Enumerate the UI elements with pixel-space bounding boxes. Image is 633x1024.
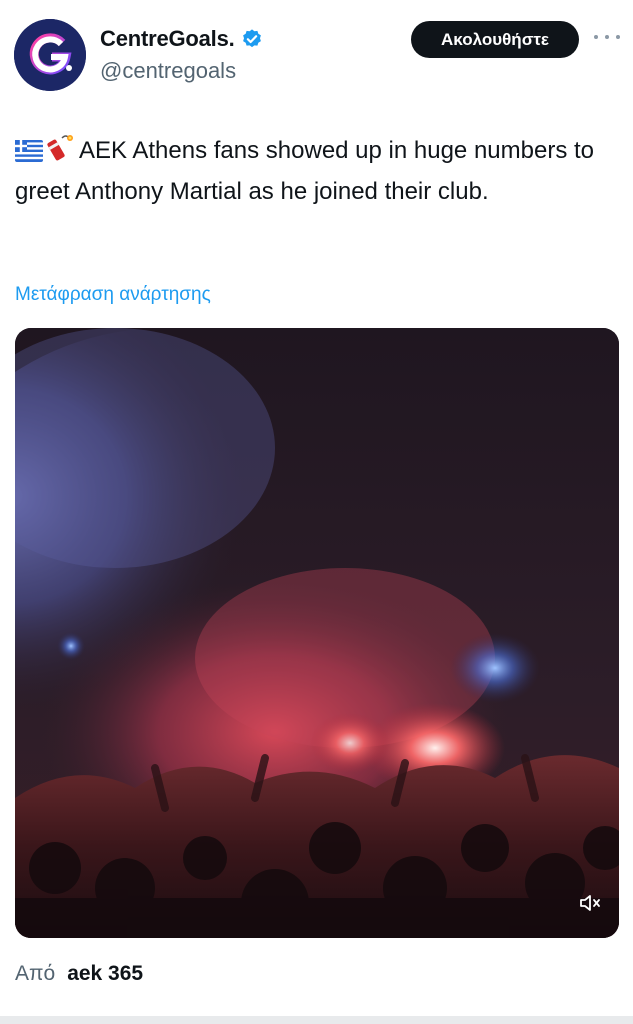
tweet-video[interactable] [15,328,619,938]
author-handle[interactable]: @centregoals [100,58,236,84]
translate-post-link[interactable]: Μετάφραση ανάρτησης [15,284,211,306]
more-options-icon[interactable] [594,27,620,47]
greek-flag-icon [15,136,43,173]
author-display-name[interactable]: CentreGoals. [100,26,235,52]
author-name-row[interactable]: CentreGoals. [100,26,263,52]
avatar[interactable] [14,19,86,91]
video-frame [15,328,619,938]
mute-toggle-icon[interactable] [575,888,605,918]
tweet-body: AEK Athens fans showed up in huge number… [15,137,595,205]
tweet-text: AEK Athens fans showed up in huge number… [15,132,615,210]
verified-badge-icon [241,28,263,50]
tweet-card: CentreGoals. @centregoals Ακολουθήστε AE… [0,0,633,1024]
centregoals-logo [14,19,86,91]
source-prefix: Από [15,962,56,985]
divider [0,1016,633,1024]
source-name-link[interactable]: aek 365 [67,962,143,986]
firecracker-icon [47,132,75,173]
follow-button[interactable]: Ακολουθήστε [411,21,579,58]
media-source: Από aek 365 [15,962,143,986]
